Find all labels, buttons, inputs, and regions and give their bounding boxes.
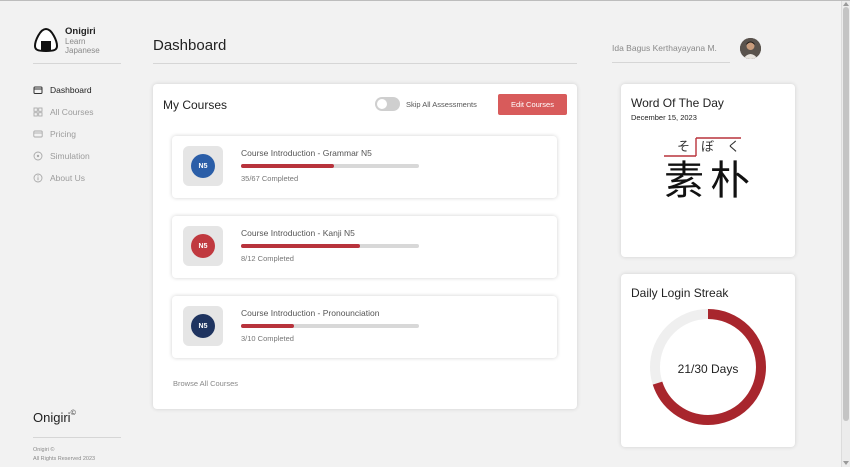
course-badge: N5 bbox=[191, 154, 215, 178]
copyright-line: All Rights Reserved 2023 bbox=[33, 455, 96, 462]
course-icon: N5 bbox=[183, 226, 223, 266]
copyright-line: Onigiri © bbox=[33, 447, 55, 453]
divider bbox=[612, 62, 730, 63]
grid-icon bbox=[33, 107, 43, 117]
scroll-thumb[interactable] bbox=[843, 7, 849, 421]
footer-brand: Onigiri© bbox=[33, 410, 76, 425]
sidebar-item-all-courses[interactable]: All Courses bbox=[33, 106, 93, 118]
course-item[interactable]: N5 Course Introduction - Grammar N5 35/6… bbox=[172, 136, 557, 198]
progress-bar bbox=[241, 324, 419, 328]
scroll-up-icon[interactable] bbox=[843, 2, 849, 6]
course-badge: N5 bbox=[191, 314, 215, 338]
sidebar-item-about-us[interactable]: About Us bbox=[33, 172, 93, 184]
trademark-mark: © bbox=[70, 409, 76, 417]
course-name: Course Introduction - Grammar N5 bbox=[241, 148, 372, 158]
course-item[interactable]: N5 Course Introduction - Pronounciation … bbox=[172, 296, 557, 358]
divider bbox=[153, 63, 577, 64]
sidebar-item-dashboard[interactable]: Dashboard bbox=[33, 84, 93, 96]
sidebar-item-label: Simulation bbox=[50, 151, 90, 161]
divider bbox=[33, 63, 121, 64]
info-icon bbox=[33, 173, 43, 183]
avatar[interactable] bbox=[740, 38, 761, 59]
progress-fill bbox=[241, 164, 334, 168]
course-name: Course Introduction - Kanji N5 bbox=[241, 228, 355, 238]
furigana-char: く bbox=[727, 140, 741, 155]
skip-assessments-label: Skip All Assessments bbox=[406, 100, 477, 109]
kanji-char: 朴 bbox=[710, 158, 750, 204]
sidebar-nav: Dashboard All Courses Pricing Simulation… bbox=[33, 84, 93, 194]
word-of-the-day-card: Word Of The Day December 15, 2023 そ ぼ く … bbox=[621, 84, 795, 257]
onigiri-logo-icon bbox=[33, 27, 59, 53]
course-status: 3/10 Completed bbox=[241, 334, 294, 343]
wallet-icon bbox=[33, 86, 43, 94]
page-title: Dashboard bbox=[153, 37, 227, 54]
progress-bar bbox=[241, 164, 419, 168]
brand-subtitle: Learn bbox=[65, 36, 86, 46]
furigana-char: そ bbox=[677, 140, 691, 155]
my-courses-card: My Courses Skip All Assessments Edit Cou… bbox=[153, 84, 577, 409]
footer-brand-name: Onigiri bbox=[33, 410, 71, 425]
course-name: Course Introduction - Pronounciation bbox=[241, 308, 380, 318]
card-title: Daily Login Streak bbox=[631, 286, 729, 300]
streak-count: 21/30 Days bbox=[677, 362, 739, 376]
sidebar-item-label: All Courses bbox=[50, 107, 94, 117]
edit-courses-button[interactable]: Edit Courses bbox=[498, 94, 567, 115]
kanji-display: そ ぼ く 素 朴 bbox=[662, 134, 762, 214]
browse-all-courses-link[interactable]: Browse All Courses bbox=[173, 379, 238, 388]
user-avatar-icon bbox=[740, 38, 761, 59]
login-streak-card: Daily Login Streak 21/30 Days bbox=[621, 274, 795, 447]
brand-name: Onigiri bbox=[65, 26, 96, 37]
sidebar-item-label: About Us bbox=[50, 173, 85, 183]
sidebar-item-pricing[interactable]: Pricing bbox=[33, 128, 93, 140]
kanji-char: 素 bbox=[664, 158, 704, 204]
course-badge: N5 bbox=[191, 234, 215, 258]
progress-bar bbox=[241, 244, 419, 248]
course-icon: N5 bbox=[183, 306, 223, 346]
course-item[interactable]: N5 Course Introduction - Kanji N5 8/12 C… bbox=[172, 216, 557, 278]
card-icon bbox=[33, 130, 43, 138]
user-name[interactable]: Ida Bagus Kerthayayana M. bbox=[612, 43, 717, 53]
word-date: December 15, 2023 bbox=[631, 113, 697, 122]
section-title: My Courses bbox=[163, 98, 228, 112]
sidebar-item-label: Dashboard bbox=[50, 85, 92, 95]
brand-subtitle: Japanese bbox=[65, 46, 100, 55]
sidebar: Onigiri Learn Japanese Dashboard All Cou… bbox=[0, 0, 140, 467]
toggle-knob bbox=[377, 99, 387, 109]
vertical-scrollbar[interactable] bbox=[841, 1, 850, 467]
course-icon: N5 bbox=[183, 146, 223, 186]
sidebar-item-label: Pricing bbox=[50, 129, 76, 139]
brand[interactable]: Onigiri Learn Japanese bbox=[33, 27, 100, 56]
progress-fill bbox=[241, 324, 295, 328]
progress-fill bbox=[241, 244, 360, 248]
divider bbox=[33, 437, 121, 438]
furigana-char: ぼ bbox=[701, 140, 715, 155]
sidebar-item-simulation[interactable]: Simulation bbox=[33, 150, 93, 162]
course-status: 35/67 Completed bbox=[241, 174, 299, 183]
scroll-down-icon[interactable] bbox=[843, 461, 849, 465]
card-title: Word Of The Day bbox=[631, 96, 724, 110]
target-icon bbox=[33, 151, 43, 161]
footer-copyright: Onigiri © All Rights Reserved 2023 bbox=[33, 446, 95, 463]
course-status: 8/12 Completed bbox=[241, 254, 294, 263]
skip-assessments-toggle[interactable] bbox=[375, 97, 400, 111]
